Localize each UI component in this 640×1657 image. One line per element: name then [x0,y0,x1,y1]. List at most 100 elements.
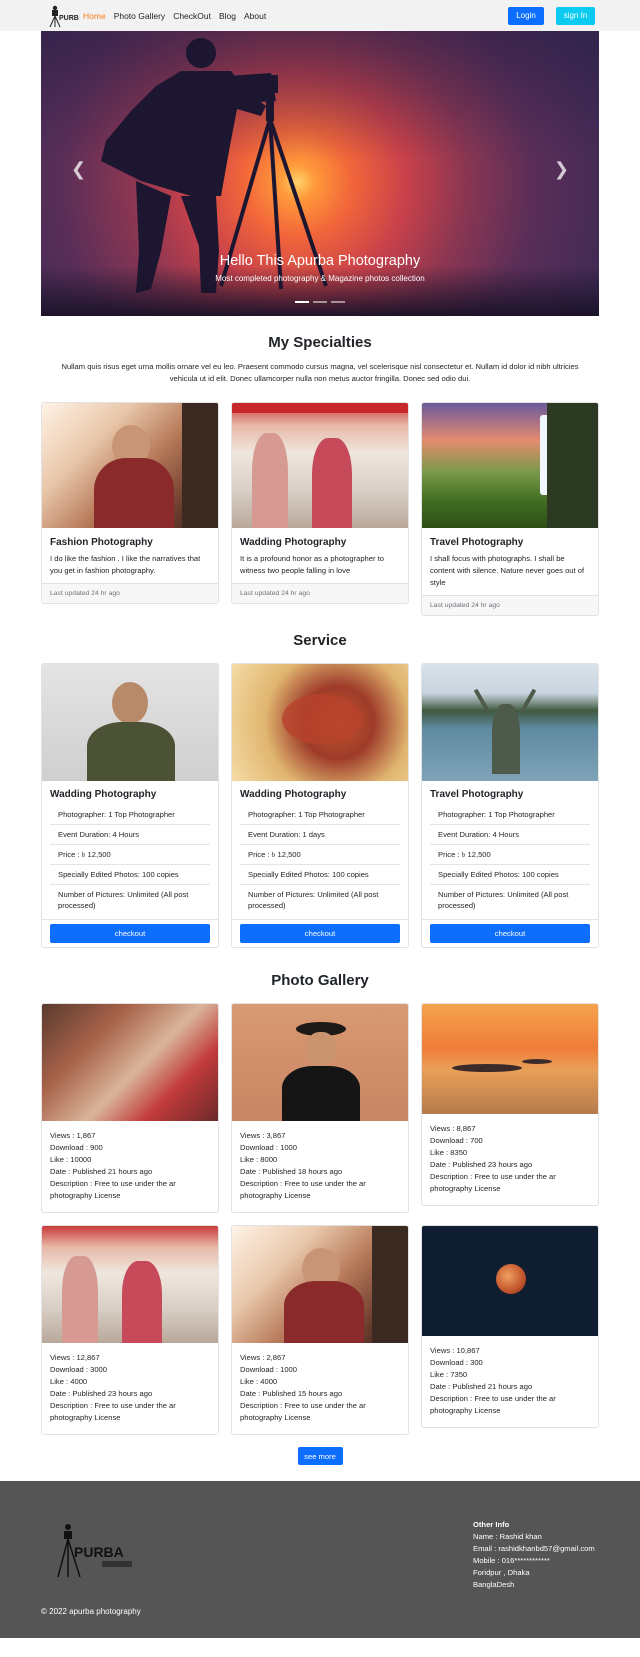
gallery-card[interactable]: Views : 1,867 Download : 900 Like : 1000… [41,1003,219,1213]
specialty-card-footer: Last updated 24 hr ago [232,583,408,603]
chevron-left-icon[interactable]: ❮ [71,159,86,180]
gallery-views: Views : 2,867 [240,1353,286,1362]
service-detail-item: Event Duration: 4 Hours [430,825,590,845]
footer-email: Email : rashidkhanbd57@gmail.com [473,1544,595,1553]
gallery-card[interactable]: Views : 8,867 Download : 700 Like : 8350… [421,1003,599,1206]
service-detail-item: Photographer: 1 Top Photographer [240,805,400,825]
gallery-likes: Like : 8350 [430,1148,468,1157]
checkout-button[interactable]: checkout [240,924,400,943]
specialty-card-footer: Last updated 24 hr ago [42,583,218,603]
specialty-card-footer: Last updated 24 hr ago [422,595,598,615]
gallery-card[interactable]: Views : 12,867 Download : 3000 Like : 40… [41,1225,219,1435]
specialties-title: My Specialties [268,334,372,351]
brand-logo[interactable]: PURBA [47,3,79,29]
carousel-indicator-2[interactable] [313,301,327,303]
service-details-list: Photographer: 1 Top Photographer Event D… [50,805,210,915]
checkout-button[interactable]: checkout [430,924,590,943]
fashion-photo-image [42,403,218,528]
service-grid: Wadding Photography Photographer: 1 Top … [41,663,599,948]
nav-link-about[interactable]: About [244,11,266,21]
waterfall-photo-image [422,403,598,528]
footer-country: BanglaDesh [473,1580,515,1589]
service-detail-item: Price : ৳ 12,500 [50,845,210,865]
footer-name: Name : Rashid khan [473,1532,542,1541]
gallery-likes: Like : 4000 [50,1377,88,1386]
chevron-right-icon[interactable]: ❯ [554,159,569,180]
gallery-photo-image [232,1004,408,1121]
gallery-views: Views : 10,867 [430,1346,480,1355]
gallery-views: Views : 1,867 [50,1131,96,1140]
gallery-views: Views : 8,867 [430,1124,476,1133]
gallery-card[interactable]: Views : 10,867 Download : 300 Like : 735… [421,1225,599,1428]
gallery-description: Description : Free to use under the ar p… [50,1179,176,1200]
nav-links: Home Photo Gallery CheckOut Blog About [83,11,274,21]
gallery-grid: Views : 1,867 Download : 900 Like : 1000… [41,1003,599,1435]
gallery-description: Description : Free to use under the ar p… [430,1394,556,1415]
specialty-card: Travel Photography I shall focus with ph… [421,402,599,616]
service-card-body: Travel Photography Photographer: 1 Top P… [422,781,598,919]
footer-city: Foridpur , Dhaka [473,1568,530,1577]
gallery-downloads: Download : 900 [50,1143,103,1152]
gallery-views: Views : 12,867 [50,1353,100,1362]
gallery-date: Date : Published 23 hours ago [50,1389,153,1398]
carousel-indicators [41,301,599,303]
copyright-text: © 2022 apurba photography [41,1607,141,1616]
footer: PURBA Other Info Name : Rashid khan Emai… [0,1481,640,1638]
carousel-indicator-3[interactable] [331,301,345,303]
specialty-card-text: I shall focus with photographs. I shall … [430,554,585,587]
specialty-card-text: It is a profound honor as a photographer… [240,554,384,575]
gallery-card-body: Views : 3,867 Download : 1000 Like : 800… [232,1121,408,1212]
nav-link-blog[interactable]: Blog [219,11,236,21]
navbar: PURBA Home Photo Gallery CheckOut Blog A… [0,0,640,31]
gallery-date: Date : Published 18 hours ago [240,1167,343,1176]
gallery-card[interactable]: Views : 2,867 Download : 1000 Like : 400… [231,1225,409,1435]
gallery-date: Date : Published 15 hours ago [240,1389,343,1398]
service-card-footer: checkout [232,919,408,947]
service-detail-item: Photographer: 1 Top Photographer [430,805,590,825]
nav-link-photo-gallery[interactable]: Photo Gallery [114,11,166,21]
gallery-photo-image [232,1226,408,1343]
service-detail-item: Number of Pictures: Unlimited (All post … [438,890,569,910]
gallery-card-body: Views : 10,867 Download : 300 Like : 735… [422,1336,598,1427]
gallery-description: Description : Free to use under the ar p… [240,1401,366,1422]
gallery-card-body: Views : 12,867 Download : 3000 Like : 40… [42,1343,218,1434]
gallery-likes: Like : 4000 [240,1377,278,1386]
gallery-downloads: Download : 300 [430,1358,483,1367]
service-card: Travel Photography Photographer: 1 Top P… [421,663,599,948]
see-more-wrap: see more [0,1447,640,1465]
see-more-button[interactable]: see more [297,1447,343,1465]
specialties-text: Nullam quis risus eget urna mollis ornar… [61,362,579,383]
gallery-card-body: Views : 2,867 Download : 1000 Like : 400… [232,1343,408,1434]
service-photo-image [232,664,408,781]
nav-link-checkout[interactable]: CheckOut [173,11,211,21]
gallery-card-body: Views : 1,867 Download : 900 Like : 1000… [42,1121,218,1212]
checkout-button[interactable]: checkout [50,924,210,943]
gallery-views: Views : 3,867 [240,1131,286,1140]
service-card-footer: checkout [422,919,598,947]
carousel-indicator-1[interactable] [295,301,309,303]
service-detail-item: Specially Edited Photos: 100 copies [240,865,400,885]
gallery-card[interactable]: Views : 3,867 Download : 1000 Like : 800… [231,1003,409,1213]
gallery-likes: Like : 7350 [430,1370,468,1379]
hero-subtitle: Most completed photography & Magazine ph… [215,274,425,283]
specialty-card-body: Wadding Photography It is a profound hon… [232,528,408,583]
gallery-card-body: Views : 8,867 Download : 700 Like : 8350… [422,1114,598,1205]
gallery-date: Date : Published 21 hours ago [50,1167,153,1176]
hero-carousel: ❮ ❯ Hello This Apurba Photography Most c… [41,31,599,316]
service-title: Service [293,632,347,649]
svg-text:PURBA: PURBA [59,15,79,22]
specialty-card-body: Travel Photography I shall focus with ph… [422,528,598,595]
gallery-photo-image [422,1226,598,1336]
login-button[interactable]: Login [508,6,544,25]
wedding-photo-image [232,403,408,528]
hero-caption: Hello This Apurba Photography Most compl… [41,253,599,283]
gallery-description: Description : Free to use under the ar p… [240,1179,366,1200]
nav-link-home[interactable]: Home [83,11,106,21]
footer-info-title: Other Info [473,1520,510,1529]
hero-title: Hello This Apurba Photography [219,253,421,269]
service-card-footer: checkout [42,919,218,947]
service-detail-item: Event Duration: 4 Hours [50,825,210,845]
service-photo-image [422,664,598,781]
specialty-card-title: Fashion Photography [50,537,153,548]
sign-in-button[interactable]: sign In [556,6,595,25]
